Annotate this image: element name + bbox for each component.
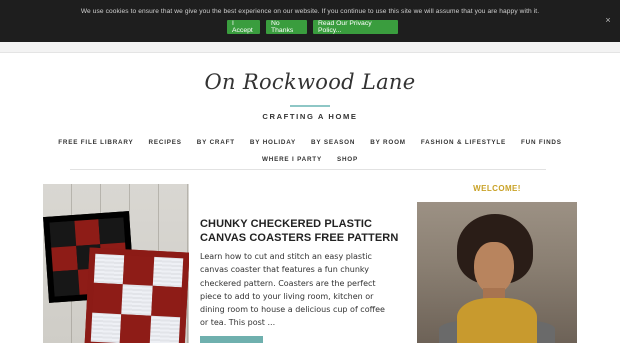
logo-divider xyxy=(290,105,330,107)
main-nav-row-2: WHERE I PARTY SHOP xyxy=(0,156,620,163)
nav-item-where-i-party[interactable]: WHERE I PARTY xyxy=(262,156,322,163)
sidebar-welcome-heading: WELCOME! xyxy=(473,184,521,193)
nav-item-by-holiday[interactable]: BY HOLIDAY xyxy=(250,139,296,146)
site-logo[interactable]: On Rockwood Lane xyxy=(180,70,440,94)
read-more-button[interactable] xyxy=(200,336,263,343)
post-excerpt: Learn how to cut and stitch an easy plas… xyxy=(200,252,385,328)
reject-cookies-button[interactable]: No Thanks xyxy=(266,20,307,34)
nav-item-free-file-library[interactable]: FREE FILE LIBRARY xyxy=(58,139,133,146)
main-nav-row-1: FREE FILE LIBRARY RECIPES BY CRAFT BY HO… xyxy=(0,139,620,146)
nav-item-by-room[interactable]: BY ROOM xyxy=(370,139,406,146)
cookie-consent-bar: We use cookies to ensure that we give yo… xyxy=(0,0,620,42)
cookie-message: We use cookies to ensure that we give yo… xyxy=(80,8,540,15)
accept-cookies-button[interactable]: I Accept xyxy=(227,20,260,34)
privacy-policy-button[interactable]: Read Our Privacy Policy... xyxy=(313,20,398,34)
cookie-button-group: I Accept No Thanks Read Our Privacy Poli… xyxy=(227,20,398,34)
nav-item-shop[interactable]: SHOP xyxy=(337,156,358,163)
nav-item-by-craft[interactable]: BY CRAFT xyxy=(197,139,235,146)
site-tagline: CRAFTING A HOME xyxy=(262,112,358,121)
red-checkered-coaster xyxy=(84,247,189,343)
header-top-strip xyxy=(0,42,620,53)
post-thumbnail[interactable] xyxy=(43,184,189,343)
nav-item-by-season[interactable]: BY SEASON xyxy=(311,139,355,146)
nav-divider xyxy=(70,169,546,170)
post-title[interactable]: CHUNKY CHECKERED PLASTIC CANVAS COASTERS… xyxy=(200,217,400,245)
nav-item-fun-finds[interactable]: FUN FINDS xyxy=(521,139,562,146)
nav-item-recipes[interactable]: RECIPES xyxy=(149,139,182,146)
author-photo xyxy=(417,202,577,343)
nav-item-fashion-lifestyle[interactable]: FASHION & LIFESTYLE xyxy=(421,139,506,146)
close-icon[interactable]: × xyxy=(603,15,613,25)
site-header: On Rockwood Lane CRAFTING A HOME FREE FI… xyxy=(0,42,620,170)
